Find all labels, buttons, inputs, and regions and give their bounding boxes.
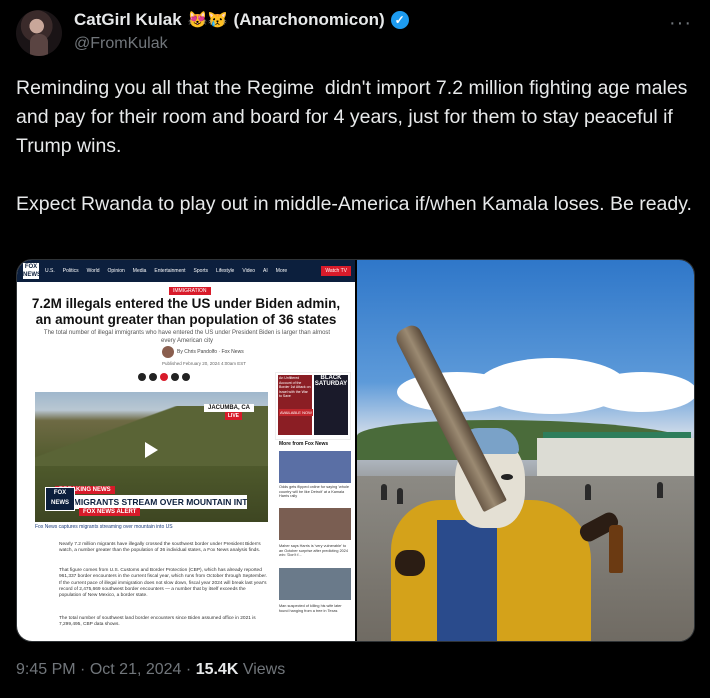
cloud-shape (587, 372, 694, 412)
tweet-text: Reminding you all that the Regime didn't… (16, 77, 692, 215)
tweet-meta: 9:45 PM · Oct 21, 2024 · 15.4K Views (16, 661, 285, 679)
side-item-text: Man suspected of killing his wife later … (279, 604, 342, 613)
views-count: 15.4K (195, 661, 239, 678)
meta-separator: · (185, 661, 192, 678)
news-screenshot-image[interactable]: U.S. Politics World Opinion Media Entert… (17, 260, 357, 641)
nav-item: Media (132, 268, 147, 274)
nav-item: AI (263, 268, 268, 274)
tweet-date[interactable]: Oct 21, 2024 (90, 661, 182, 678)
street-photo[interactable] (357, 260, 694, 641)
share-icons (138, 373, 190, 381)
nav-item: Entertainment (154, 268, 186, 274)
article-paragraph: That figure comes from U.S. Customs and … (59, 568, 267, 599)
ad-text: An Unfiltered Account of the Border 1st … (278, 375, 312, 435)
side-item-text: Odds gets flipped online for saying 'who… (279, 485, 349, 499)
article-headline: 7.2M illegals entered the US under Biden… (31, 296, 341, 327)
avatar[interactable] (16, 10, 62, 56)
nav-item: World (86, 268, 100, 274)
tweet-media[interactable]: U.S. Politics World Opinion Media Entert… (16, 259, 695, 642)
author-name[interactable]: CatGirl Kulak (74, 10, 182, 30)
side-thumb (279, 568, 351, 600)
views-label: Views (242, 661, 286, 678)
email-icon (182, 373, 190, 381)
bystander (585, 484, 591, 500)
video-caption: Fox News captures migrants streaming ove… (35, 524, 173, 530)
nav-item: More (275, 268, 288, 274)
nav-item: Opinion (107, 268, 125, 274)
fox-news-logo: FOX NEWS (23, 263, 41, 279)
bottle (609, 525, 623, 573)
mask-eye (501, 474, 513, 480)
side-thumb (279, 508, 351, 540)
hand (395, 550, 425, 576)
author-row: CatGirl Kulak 😻😿 (Anarchonomicon) ✓ (74, 10, 409, 30)
nav-item: Sports (193, 268, 208, 274)
author-handle[interactable]: @FromKulak (74, 35, 168, 53)
article-date: Published February 20, 2024 4:00am EST (162, 361, 247, 366)
meta-separator: · (80, 661, 86, 678)
comment-icon (171, 373, 179, 381)
shirt-stripe (437, 520, 497, 641)
article-paragraph: Nearly 7.2 million migrants have illegal… (59, 542, 261, 554)
article-subhead: The total number of illegal immigrants w… (43, 330, 331, 344)
video-location: JACUMBA, CA (204, 404, 254, 412)
bystander (381, 484, 387, 500)
video-chyron: NOW: MIGRANTS STREAM OVER MOUNTAIN INTO … (45, 495, 247, 509)
verified-badge-icon[interactable]: ✓ (390, 11, 409, 29)
tweet-time[interactable]: 9:45 PM (16, 661, 76, 678)
fox-news-alert: FOX NEWS ALERT (79, 508, 141, 516)
more-from-heading: More from Fox News (279, 441, 329, 447)
ad-book-cover: BLACK SATURDAY (314, 375, 348, 435)
flipboard-icon (160, 373, 168, 381)
side-thumb (279, 451, 351, 483)
bystander (657, 482, 663, 498)
bystander (397, 488, 403, 504)
side-item-text: Maher says Harris is 'very vulnerable' t… (279, 544, 349, 558)
author-avatar (162, 346, 174, 358)
video-player: JACUMBA, CA LIVE BREAKING NEWS NOW: MIGR… (35, 392, 268, 522)
book-ad: An Unfiltered Account of the Border 1st … (275, 372, 351, 440)
nav-item: U.S. (45, 268, 55, 274)
author-name-suffix[interactable]: (Anarchonomicon) (234, 10, 385, 30)
play-icon (145, 442, 158, 458)
author-emojis: 😻😿 (187, 12, 228, 29)
ad-button: AVAILABLE NOW (279, 409, 313, 416)
nav-item: Politics (62, 268, 79, 274)
nav-item: Video (242, 268, 256, 274)
twitter-icon (149, 373, 157, 381)
fox-news-badge: FOX NEWS (45, 487, 75, 511)
article-tag: IMMIGRATION (169, 287, 211, 295)
article-byline: By Chris Pandolfo · Fox News (177, 349, 244, 355)
facebook-icon (138, 373, 146, 381)
live-badge: LIVE (224, 412, 242, 420)
more-horizontal-icon[interactable]: ··· (669, 12, 692, 35)
nav-item: Lifestyle (216, 268, 235, 274)
site-nav: U.S. Politics World Opinion Media Entert… (17, 260, 355, 282)
article-paragraph: The total number of southwest land borde… (59, 616, 256, 628)
watch-tv-button: Watch TV (321, 266, 351, 276)
